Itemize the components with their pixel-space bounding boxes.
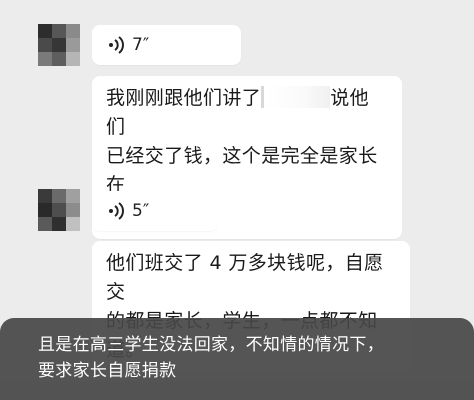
voice-duration: 5″ bbox=[132, 201, 150, 221]
avatar[interactable] bbox=[38, 24, 80, 66]
voice-wave-icon bbox=[109, 36, 124, 54]
caption-line: 且是在高三学生没法回家，不知情的情况下， bbox=[38, 335, 384, 355]
voice-wave-icon bbox=[109, 202, 124, 220]
redaction-mark bbox=[261, 86, 331, 108]
avatar[interactable] bbox=[38, 189, 80, 231]
caption-overlay: 且是在高三学生没法回家，不知情的情况下， 要求家长自愿捐款 bbox=[0, 318, 474, 400]
voice-message-bubble[interactable]: 7″ bbox=[92, 25, 241, 65]
voice-duration: 7″ bbox=[132, 35, 150, 55]
voice-message-bubble[interactable]: 5″ bbox=[92, 191, 218, 231]
caption-line: 要求家长自愿捐款 bbox=[38, 361, 177, 381]
message-text-part: 我刚刚跟他们讲了 bbox=[106, 87, 262, 109]
